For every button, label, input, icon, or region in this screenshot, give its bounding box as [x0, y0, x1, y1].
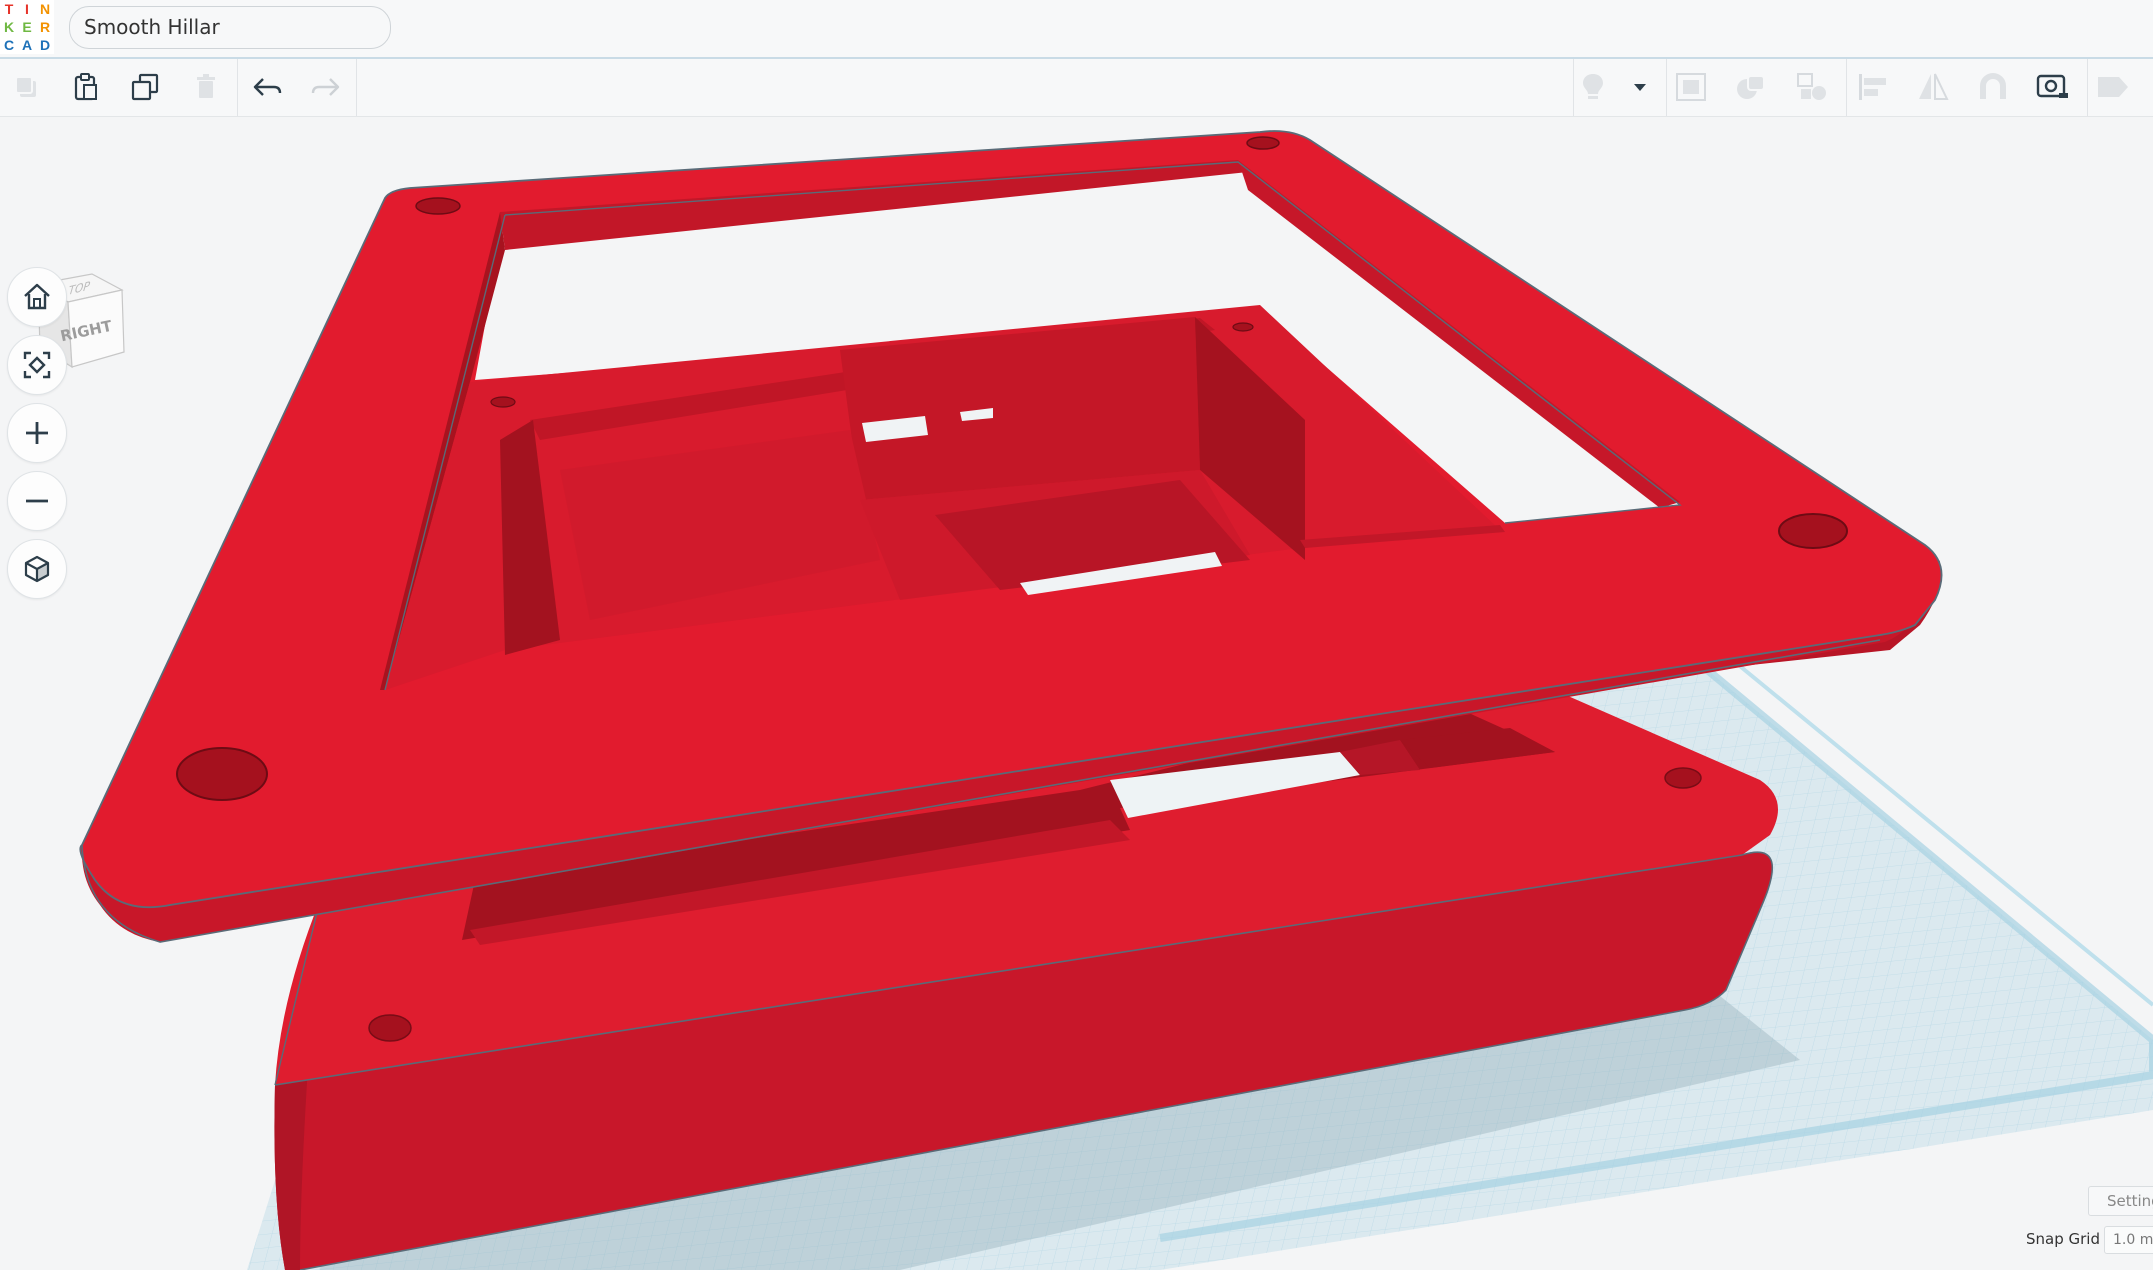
delete-button[interactable]: [186, 67, 226, 107]
trash-icon: [197, 74, 215, 98]
logo-letter: K: [0, 18, 18, 36]
ungroup-icon: [1797, 73, 1826, 100]
ruler-icon: [2036, 74, 2068, 98]
logo-letter: D: [36, 36, 54, 54]
duplicate-icon: [131, 73, 159, 101]
toolbar-divider: [1666, 59, 1667, 116]
mirror-button[interactable]: [1913, 67, 1953, 107]
toolbar: [0, 59, 2153, 117]
notes-dropdown[interactable]: [1622, 67, 1658, 107]
align-button[interactable]: [1853, 67, 1893, 107]
solid-hole-icon: [1737, 75, 1765, 99]
logo-letter: E: [18, 18, 36, 36]
group-button[interactable]: [1671, 67, 1711, 107]
copy-button[interactable]: [6, 67, 46, 107]
fit-all-button[interactable]: [7, 335, 67, 395]
undo-button[interactable]: [247, 67, 287, 107]
zoom-out-button[interactable]: [7, 471, 67, 531]
cruise-button[interactable]: [1973, 67, 2013, 107]
toolbar-divider: [1846, 59, 1847, 116]
align-icon: [1859, 74, 1886, 100]
scene-canvas: [79, 130, 2153, 1270]
toolbar-divider: [2087, 59, 2088, 116]
duplicate-button[interactable]: [125, 67, 165, 107]
fit-view-icon: [23, 351, 51, 379]
design-title-field[interactable]: Smooth Hillar: [69, 6, 391, 49]
settings-button[interactable]: Settings: [2088, 1186, 2153, 1216]
light-bulb-icon: [1583, 74, 1603, 99]
logo-letter: R: [36, 18, 54, 36]
workplane-icon: [2098, 77, 2128, 97]
cube-icon: [24, 555, 50, 583]
solid-hole-button[interactable]: [1731, 67, 1771, 107]
logo-letter: T: [0, 0, 18, 18]
redo-icon: [311, 78, 340, 96]
snap-grid-label: Snap Grid: [2026, 1230, 2100, 1248]
zoom-in-button[interactable]: [7, 403, 67, 463]
snap-grid-select[interactable]: 1.0 mm: [2104, 1226, 2153, 1254]
top-bar: T I N K E R C A D Smooth Hillar: [0, 0, 2153, 59]
workplane-button[interactable]: [2093, 67, 2133, 107]
3d-viewport[interactable]: TOP RIGHT: [0, 117, 2153, 1270]
plus-icon: [26, 422, 48, 444]
paste-button[interactable]: [66, 67, 106, 107]
minus-icon: [26, 499, 48, 503]
paste-icon: [74, 73, 97, 101]
logo-letter: N: [36, 0, 54, 18]
home-view-button[interactable]: [7, 267, 67, 327]
mirror-icon: [1919, 73, 1949, 100]
copy-icon: [15, 76, 36, 97]
notes-button[interactable]: [1573, 67, 1613, 107]
tinkercad-logo[interactable]: T I N K E R C A D: [0, 0, 54, 54]
perspective-toggle-button[interactable]: [7, 539, 67, 599]
home-icon: [24, 283, 50, 310]
undo-icon: [253, 78, 282, 96]
logo-letter: A: [18, 36, 36, 54]
ungroup-button[interactable]: [1792, 67, 1832, 107]
toolbar-divider: [237, 59, 238, 116]
caret-down-icon: [1634, 84, 1646, 91]
redo-button[interactable]: [306, 67, 346, 107]
toolbar-divider: [356, 59, 357, 116]
magnet-icon: [1980, 73, 2006, 99]
logo-letter: C: [0, 36, 18, 54]
logo-letter: I: [18, 0, 36, 18]
ruler-button[interactable]: [2033, 67, 2073, 107]
group-icon: [1676, 73, 1706, 101]
